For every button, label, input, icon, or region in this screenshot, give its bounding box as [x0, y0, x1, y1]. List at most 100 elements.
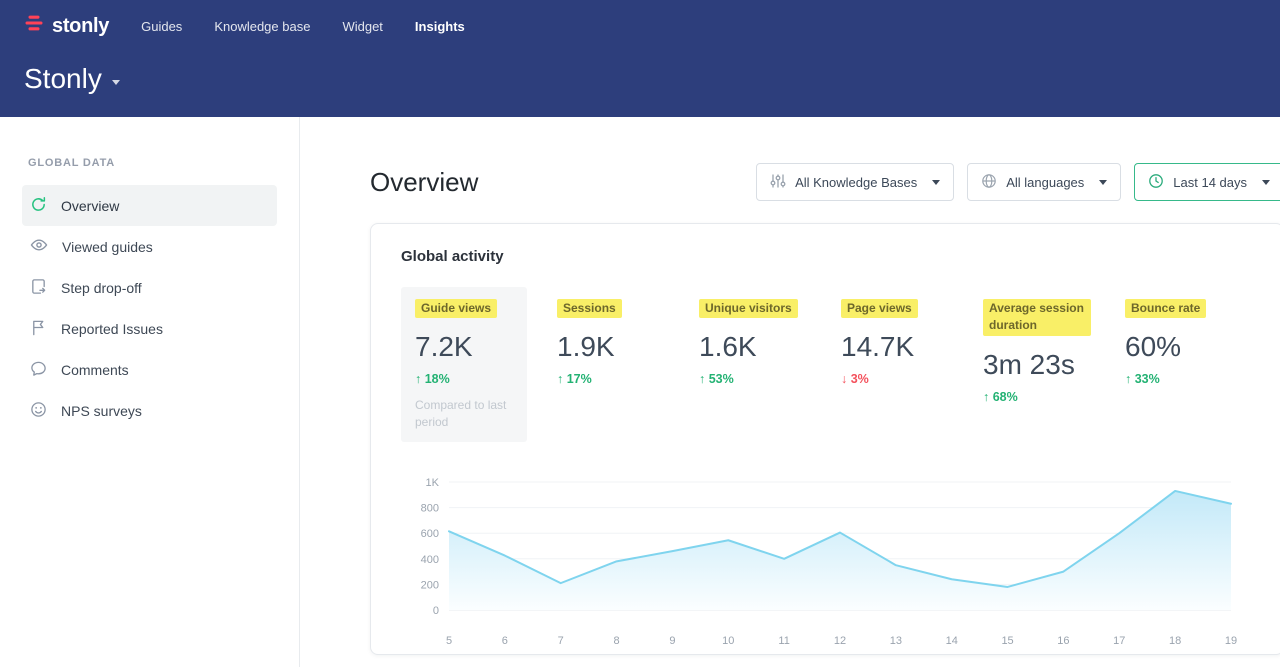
sidebar-item-overview[interactable]: Overview [22, 185, 277, 226]
svg-text:5: 5 [446, 635, 452, 647]
svg-text:13: 13 [890, 635, 902, 647]
workspace-title: Stonly [24, 63, 102, 95]
filters-bar: All Knowledge Bases All languages Last 1… [756, 163, 1280, 201]
chevron-down-icon [1099, 180, 1107, 185]
metric-bounce-rate[interactable]: Bounce rate 60% ↑ 33% [1111, 287, 1253, 398]
chevron-down-icon [1262, 180, 1270, 185]
metric-value: 1.6K [699, 331, 827, 363]
card-title: Global activity [401, 248, 1253, 265]
sidebar-item-label: Viewed guides [62, 239, 153, 255]
sidebar-item-label: Step drop-off [61, 280, 142, 296]
svg-text:0: 0 [433, 605, 439, 617]
metric-delta: ↑ 68% [983, 390, 1111, 404]
metric-average-session-duration[interactable]: Average session duration 3m 23s ↑ 68% [969, 287, 1111, 416]
languages-value: All languages [1006, 175, 1084, 190]
metric-value: 7.2K [415, 331, 527, 363]
chevron-down-icon [932, 180, 940, 185]
metric-label: Page views [841, 299, 918, 318]
smiley-icon [30, 401, 47, 421]
arrow-up-icon: ↑ [557, 372, 563, 386]
sidebar-item-viewed-guides[interactable]: Viewed guides [22, 226, 277, 267]
knowledge-bases-dropdown[interactable]: All Knowledge Bases [756, 163, 954, 201]
svg-text:18: 18 [1169, 635, 1181, 647]
nav-item-knowledge-base[interactable]: Knowledge base [214, 19, 310, 34]
sidebar-item-label: Reported Issues [61, 321, 163, 337]
arrow-up-icon: ↑ [983, 390, 989, 404]
brand-name: stonly [52, 15, 109, 38]
metrics-row: Guide views 7.2K ↑ 18% Compared to last … [401, 287, 1253, 442]
stonly-logo[interactable]: stonly [24, 13, 109, 39]
delta-value: 18% [425, 372, 450, 386]
svg-text:6: 6 [502, 635, 508, 647]
eye-icon [30, 236, 48, 257]
metric-delta: ↑ 53% [699, 372, 827, 386]
svg-text:12: 12 [834, 635, 846, 647]
nav-item-guides[interactable]: Guides [141, 19, 182, 34]
sidebar-item-label: Comments [61, 362, 129, 378]
flag-icon [30, 319, 47, 339]
chevron-down-icon [112, 80, 120, 85]
sidebar-item-label: Overview [61, 198, 119, 214]
stonly-logo-icon [24, 13, 44, 39]
metric-sessions[interactable]: Sessions 1.9K ↑ 17% [543, 287, 685, 398]
arrow-up-icon: ↑ [415, 372, 421, 386]
metric-label: Bounce rate [1125, 299, 1206, 318]
metric-guide-views[interactable]: Guide views 7.2K ↑ 18% Compared to last … [401, 287, 527, 442]
global-activity-chart: 02004006008001K5678910111213141516171819 [401, 468, 1239, 658]
metric-value: 60% [1125, 331, 1253, 363]
date-range-value: Last 14 days [1173, 175, 1247, 190]
svg-text:7: 7 [558, 635, 564, 647]
page-title: Overview [370, 167, 478, 198]
nav-item-widget[interactable]: Widget [342, 19, 382, 34]
sliders-filter-icon [770, 173, 786, 192]
document-exit-icon [30, 278, 47, 298]
svg-text:400: 400 [421, 554, 439, 566]
chart-container: 02004006008001K5678910111213141516171819 [401, 468, 1253, 658]
date-range-dropdown[interactable]: Last 14 days [1134, 163, 1280, 201]
svg-text:17: 17 [1113, 635, 1125, 647]
metric-value: 1.9K [557, 331, 685, 363]
svg-text:10: 10 [722, 635, 734, 647]
metric-page-views[interactable]: Page views 14.7K ↓ 3% [827, 287, 969, 398]
app-header: stonly Guides Knowledge base Widget Insi… [0, 0, 1280, 117]
languages-dropdown[interactable]: All languages [967, 163, 1121, 201]
metric-label: Sessions [557, 299, 622, 318]
global-activity-card: Global activity Guide views 7.2K ↑ 18% C… [370, 223, 1280, 655]
svg-text:11: 11 [778, 635, 789, 647]
sidebar-item-nps-surveys[interactable]: NPS surveys [22, 390, 277, 431]
svg-text:14: 14 [946, 635, 958, 647]
nav-item-insights[interactable]: Insights [415, 19, 465, 34]
delta-value: 68% [993, 390, 1018, 404]
workspace-selector[interactable]: Stonly [24, 63, 1256, 95]
svg-text:19: 19 [1225, 635, 1237, 647]
comment-bubble-icon [30, 360, 47, 380]
svg-text:15: 15 [1001, 635, 1013, 647]
delta-value: 3% [851, 372, 869, 386]
top-navigation: stonly Guides Knowledge base Widget Insi… [24, 10, 1256, 42]
metric-label: Guide views [415, 299, 497, 318]
clock-icon [1148, 173, 1164, 192]
metric-value: 3m 23s [983, 349, 1111, 381]
sidebar-item-reported-issues[interactable]: Reported Issues [22, 308, 277, 349]
comparison-note: Compared to last period [415, 397, 515, 429]
metric-delta: ↓ 3% [841, 372, 969, 386]
metric-delta: ↑ 17% [557, 372, 685, 386]
sidebar-item-comments[interactable]: Comments [22, 349, 277, 390]
knowledge-bases-value: All Knowledge Bases [795, 175, 917, 190]
metric-delta: ↑ 33% [1125, 372, 1253, 386]
svg-text:800: 800 [421, 502, 439, 514]
svg-text:8: 8 [614, 635, 620, 647]
sidebar-item-step-drop-off[interactable]: Step drop-off [22, 267, 277, 308]
metric-unique-visitors[interactable]: Unique visitors 1.6K ↑ 53% [685, 287, 827, 398]
svg-text:9: 9 [669, 635, 675, 647]
delta-value: 33% [1135, 372, 1160, 386]
sidebar-item-label: NPS surveys [61, 403, 142, 419]
metric-delta: ↑ 18% [415, 372, 527, 386]
svg-text:600: 600 [421, 528, 439, 540]
svg-text:1K: 1K [426, 477, 440, 489]
metric-value: 14.7K [841, 331, 969, 363]
svg-text:200: 200 [421, 579, 439, 591]
main-content: Overview All Knowledge Bases All languag… [300, 117, 1280, 667]
globe-icon [981, 173, 997, 192]
arrow-up-icon: ↑ [699, 372, 705, 386]
